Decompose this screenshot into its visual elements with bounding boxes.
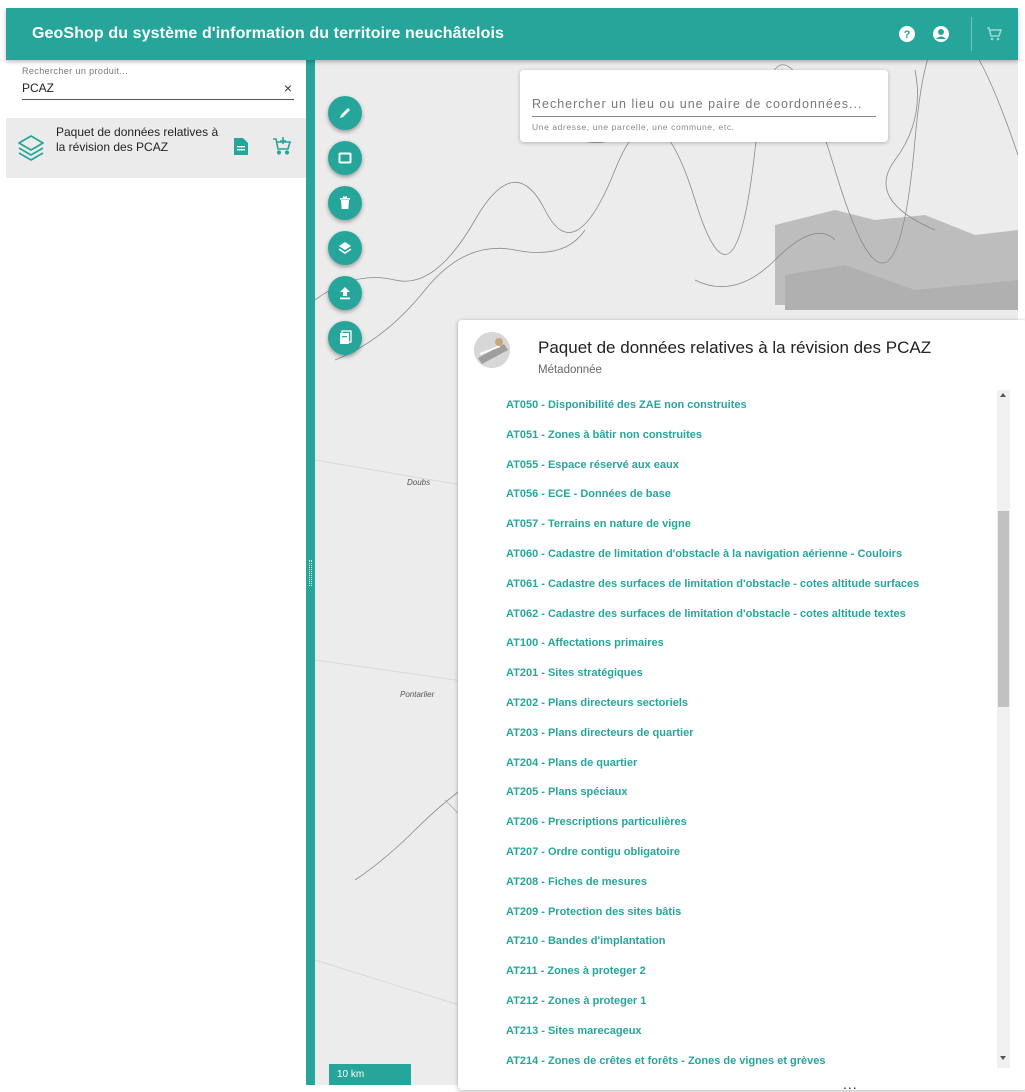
dataset-link[interactable]: AT060 - Cadastre de limitation d'obstacl… <box>458 539 998 569</box>
app-window: GeoShop du système d'information du terr… <box>6 8 1025 1092</box>
panel-title: Paquet de données relatives à la révisio… <box>538 338 932 357</box>
help-icon[interactable]: ? <box>897 24 917 44</box>
product-result-name[interactable]: Paquet de données relatives à la révisio… <box>56 125 226 155</box>
product-search-label: Rechercher un produit... <box>22 66 129 76</box>
dataset-link[interactable]: AT055 - Espace réservé aux eaux <box>458 450 998 480</box>
app-title: GeoShop du système d'information du terr… <box>32 25 504 42</box>
dataset-link[interactable]: AT057 - Terrains en nature de vigne <box>458 509 998 539</box>
dataset-link[interactable]: AT204 - Plans de quartier <box>458 748 998 778</box>
add-to-cart-icon[interactable] <box>272 136 292 161</box>
upload-icon[interactable] <box>328 276 362 310</box>
dataset-link[interactable]: AT056 - ECE - Données de base <box>458 479 998 509</box>
dataset-link[interactable]: AT203 - Plans directeurs de quartier <box>458 718 998 748</box>
dataset-link[interactable]: AT209 - Protection des sites bâtis <box>458 897 998 927</box>
scale-bar: 10 km <box>329 1064 411 1085</box>
dataset-link[interactable]: AT202 - Plans directeurs sectoriels <box>458 688 998 718</box>
panel-scrollbar[interactable] <box>997 390 1010 1068</box>
document-icon[interactable] <box>234 138 248 160</box>
svg-text:?: ? <box>904 29 911 41</box>
product-search: Rechercher un produit... PCAZ × <box>22 66 294 100</box>
scrollbar-thumb[interactable] <box>998 511 1009 707</box>
dataset-link[interactable]: AT100 - Affectations primaires <box>458 628 998 658</box>
location-search-input[interactable]: Rechercher un lieu ou une paire de coord… <box>532 97 876 117</box>
dataset-link[interactable]: AT211 - Zones à proteger 2 <box>458 956 998 986</box>
rectangle-icon[interactable] <box>328 141 362 175</box>
account-icon[interactable] <box>931 24 951 44</box>
layers-icon <box>16 133 46 168</box>
sidebar: Rechercher un produit... PCAZ × Paquet d… <box>6 60 306 1085</box>
dataset-link[interactable]: AT206 - Prescriptions particulières <box>458 807 998 837</box>
metadata-panel: Paquet de données relatives à la révisio… <box>458 320 1025 1090</box>
dataset-link[interactable]: AT062 - Cadastre des surfaces de limitat… <box>458 599 998 629</box>
layers-icon[interactable] <box>328 231 362 265</box>
location-search-hint: Une adresse, une parcelle, une commune, … <box>532 122 735 132</box>
dataset-list: AT050 - Disponibilité des ZAE non constr… <box>458 390 998 1068</box>
dataset-link[interactable]: AT201 - Sites stratégiques <box>458 658 998 688</box>
divider <box>971 17 972 51</box>
product-search-value[interactable]: PCAZ <box>22 81 54 95</box>
more-indicator: ... <box>843 1076 858 1092</box>
trash-icon[interactable] <box>328 186 362 220</box>
location-search[interactable]: Rechercher un lieu ou une paire de coord… <box>520 70 888 142</box>
panel-subtitle: Métadonnée <box>538 364 602 376</box>
pencil-icon[interactable] <box>328 96 362 130</box>
dataset-link[interactable]: AT051 - Zones à bâtir non construites <box>458 420 998 450</box>
dataset-link[interactable]: AT205 - Plans spéciaux <box>458 777 998 807</box>
dataset-link[interactable]: AT210 - Bandes d'implantation <box>458 926 998 956</box>
scroll-up-icon[interactable] <box>1000 393 1006 397</box>
scroll-down-icon[interactable] <box>1000 1056 1006 1060</box>
map-toolbar <box>328 96 362 355</box>
resize-grip-icon <box>309 560 312 586</box>
dataset-link[interactable]: AT213 - Sites marecageux <box>458 1016 998 1046</box>
place-label: Pontarlier <box>400 690 435 699</box>
top-bar-actions: ? <box>897 8 1018 60</box>
top-bar: GeoShop du système d'information du terr… <box>6 8 1018 60</box>
cart-icon[interactable] <box>984 24 1004 44</box>
product-search-input[interactable]: PCAZ × <box>22 78 294 100</box>
dataset-link[interactable]: AT208 - Fiches de mesures <box>458 867 998 897</box>
product-thumbnail <box>474 332 510 368</box>
dataset-link[interactable]: AT212 - Zones à proteger 1 <box>458 986 998 1016</box>
dataset-link[interactable]: AT207 - Ordre contigu obligatoire <box>458 837 998 867</box>
dataset-link[interactable]: AT214 - Zones de crêtes et forêts - Zone… <box>458 1046 998 1068</box>
clear-search-button[interactable]: × <box>284 80 292 96</box>
pages-icon[interactable] <box>328 321 362 355</box>
panel-resize-handle[interactable] <box>306 60 315 1085</box>
place-label: Doubs <box>407 478 431 487</box>
product-result-item[interactable]: Paquet de données relatives à la révisio… <box>6 118 306 178</box>
dataset-link[interactable]: AT050 - Disponibilité des ZAE non constr… <box>458 390 998 420</box>
dataset-link[interactable]: AT061 - Cadastre des surfaces de limitat… <box>458 569 998 599</box>
